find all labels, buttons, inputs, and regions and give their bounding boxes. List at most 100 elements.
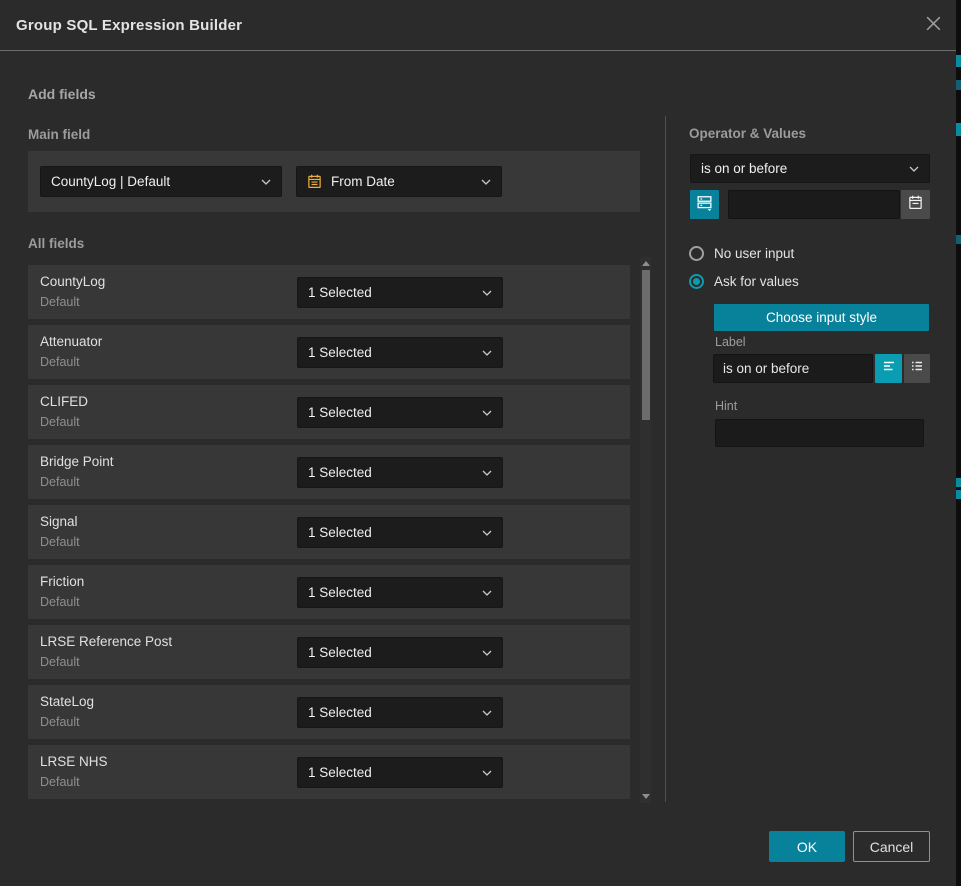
chevron-down-icon bbox=[482, 650, 492, 656]
field-row: CountyLog Default 1 Selected bbox=[28, 265, 630, 319]
field-row: Attenuator Default 1 Selected bbox=[28, 325, 630, 379]
layer-dropdown[interactable]: CountyLog | Default bbox=[40, 166, 282, 197]
value-type-button[interactable] bbox=[690, 190, 719, 219]
edge-mark bbox=[956, 235, 961, 244]
field-name: Signal bbox=[40, 514, 78, 529]
chevron-down-icon bbox=[482, 350, 492, 356]
panel-divider bbox=[665, 116, 666, 802]
layer-dropdown-value: CountyLog | Default bbox=[51, 174, 255, 189]
unique-values-icon bbox=[696, 194, 713, 216]
list-input-style-button[interactable] bbox=[904, 354, 930, 383]
field-values-dropdown[interactable]: 1 Selected bbox=[297, 697, 503, 728]
field-subtitle: Default bbox=[40, 415, 80, 429]
field-name: StateLog bbox=[40, 694, 94, 709]
single-input-style-button[interactable] bbox=[875, 354, 902, 383]
main-field-panel: CountyLog | Default From Date bbox=[28, 151, 640, 212]
field-values-dropdown-value: 1 Selected bbox=[308, 705, 476, 720]
field-values-dropdown-value: 1 Selected bbox=[308, 285, 476, 300]
dialog-title: Group SQL Expression Builder bbox=[0, 17, 242, 34]
radio-ask-for-values-label: Ask for values bbox=[714, 274, 799, 289]
edge-mark bbox=[956, 80, 961, 90]
operator-dropdown-value: is on or before bbox=[701, 161, 903, 176]
field-subtitle: Default bbox=[40, 595, 80, 609]
edge-mark bbox=[956, 123, 961, 136]
chevron-down-icon bbox=[482, 290, 492, 296]
field-subtitle: Default bbox=[40, 655, 80, 669]
field-values-dropdown[interactable]: 1 Selected bbox=[297, 457, 503, 488]
bulleted-list-icon bbox=[909, 358, 925, 379]
field-values-dropdown[interactable]: 1 Selected bbox=[297, 757, 503, 788]
field-row: LRSE Reference Post Default 1 Selected bbox=[28, 625, 630, 679]
dialog-titlebar: Group SQL Expression Builder bbox=[0, 0, 956, 51]
field-row: Friction Default 1 Selected bbox=[28, 565, 630, 619]
field-row: Bridge Point Default 1 Selected bbox=[28, 445, 630, 499]
operator-dropdown[interactable]: is on or before bbox=[690, 154, 930, 183]
field-name: Attenuator bbox=[40, 334, 102, 349]
edge-mark bbox=[956, 478, 961, 487]
calendar-icon bbox=[908, 195, 923, 215]
field-subtitle: Default bbox=[40, 475, 80, 489]
field-name: Friction bbox=[40, 574, 84, 589]
fields-list-scrollbar[interactable] bbox=[640, 257, 651, 803]
scroll-up-icon[interactable] bbox=[642, 261, 650, 266]
field-values-dropdown-value: 1 Selected bbox=[308, 465, 476, 480]
field-subtitle: Default bbox=[40, 355, 80, 369]
ok-button[interactable]: OK bbox=[769, 831, 845, 862]
radio-on-icon bbox=[689, 274, 704, 289]
all-fields-heading: All fields bbox=[28, 236, 84, 251]
field-name: Bridge Point bbox=[40, 454, 114, 469]
radio-no-user-input[interactable]: No user input bbox=[689, 246, 794, 261]
cancel-button[interactable]: Cancel bbox=[853, 831, 930, 862]
field-values-dropdown[interactable]: 1 Selected bbox=[297, 517, 503, 548]
calendar-icon bbox=[307, 174, 322, 189]
chevron-down-icon bbox=[261, 179, 271, 185]
field-row: Signal Default 1 Selected bbox=[28, 505, 630, 559]
field-values-dropdown-value: 1 Selected bbox=[308, 765, 476, 780]
align-left-icon bbox=[881, 358, 897, 379]
scrollbar-thumb[interactable] bbox=[642, 270, 650, 420]
chevron-down-icon bbox=[482, 590, 492, 596]
main-field-dropdown[interactable]: From Date bbox=[296, 166, 502, 197]
main-field-heading: Main field bbox=[28, 127, 90, 142]
field-values-dropdown[interactable]: 1 Selected bbox=[297, 577, 503, 608]
field-name: LRSE Reference Post bbox=[40, 634, 172, 649]
radio-no-user-input-label: No user input bbox=[714, 246, 794, 261]
field-values-dropdown-value: 1 Selected bbox=[308, 645, 476, 660]
radio-ask-for-values[interactable]: Ask for values bbox=[689, 274, 799, 289]
field-name: LRSE NHS bbox=[40, 754, 108, 769]
date-picker-button[interactable] bbox=[901, 190, 930, 219]
field-name: CountyLog bbox=[40, 274, 105, 289]
chevron-down-icon bbox=[482, 770, 492, 776]
field-subtitle: Default bbox=[40, 295, 80, 309]
background-edge-strip bbox=[956, 0, 961, 886]
field-row: LRSE NHS Default 1 Selected bbox=[28, 745, 630, 799]
field-values-dropdown-value: 1 Selected bbox=[308, 405, 476, 420]
field-values-dropdown[interactable]: 1 Selected bbox=[297, 397, 503, 428]
close-button[interactable] bbox=[918, 11, 948, 41]
main-field-dropdown-value: From Date bbox=[331, 174, 475, 189]
label-input[interactable] bbox=[713, 354, 873, 383]
field-subtitle: Default bbox=[40, 535, 80, 549]
field-values-dropdown[interactable]: 1 Selected bbox=[297, 637, 503, 668]
field-values-dropdown-value: 1 Selected bbox=[308, 345, 476, 360]
choose-input-style-button[interactable]: Choose input style bbox=[714, 304, 929, 331]
field-subtitle: Default bbox=[40, 775, 80, 789]
operator-values-heading: Operator & Values bbox=[689, 126, 806, 141]
chevron-down-icon bbox=[481, 179, 491, 185]
scroll-down-icon[interactable] bbox=[642, 794, 650, 799]
value-input[interactable] bbox=[728, 190, 900, 219]
hint-input[interactable] bbox=[715, 419, 924, 447]
field-row: StateLog Default 1 Selected bbox=[28, 685, 630, 739]
add-fields-heading: Add fields bbox=[28, 86, 96, 102]
hint-caption: Hint bbox=[715, 399, 737, 413]
label-caption: Label bbox=[715, 335, 746, 349]
chevron-down-icon bbox=[482, 470, 492, 476]
field-values-dropdown[interactable]: 1 Selected bbox=[297, 277, 503, 308]
field-values-dropdown[interactable]: 1 Selected bbox=[297, 337, 503, 368]
edge-mark bbox=[956, 55, 961, 67]
all-fields-list: CountyLog Default 1 Selected Attenuator … bbox=[28, 265, 630, 805]
radio-off-icon bbox=[689, 246, 704, 261]
chevron-down-icon bbox=[482, 710, 492, 716]
field-values-dropdown-value: 1 Selected bbox=[308, 525, 476, 540]
chevron-down-icon bbox=[909, 166, 919, 172]
